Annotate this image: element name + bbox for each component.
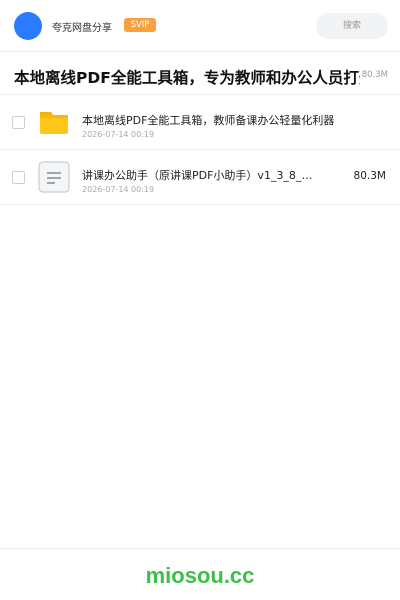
svip-badge[interactable]: SVIP xyxy=(124,18,156,32)
header: 夸克网盘分享 SVIP 搜索 xyxy=(0,0,400,52)
app-name: 夸克网盘分享 xyxy=(52,23,112,34)
select-checkbox[interactable] xyxy=(12,171,25,184)
file-date: 2026-07-14 00:19 xyxy=(82,130,155,139)
file-list-item[interactable]: 本地离线PDF全能工具箱，教师备课办公轻量化利器 2026-07-14 00:1… xyxy=(0,96,400,150)
share-title: 本地离线PDF全能工具箱，专为教师和办公人员打造 xyxy=(14,69,360,87)
footer-brand-logo[interactable]: miosou.cc xyxy=(0,563,400,589)
app-logo-icon[interactable] xyxy=(14,12,42,40)
search-button[interactable]: 搜索 xyxy=(316,13,388,39)
share-title-row: 本地离线PDF全能工具箱，专为教师和办公人员打造 80.3M xyxy=(0,53,400,95)
share-total-size: 80.3M xyxy=(361,70,388,80)
file-list-item[interactable]: 讲课办公助手（原讲课PDF小助手）v1_3_8_免安装版.zip 2026-07… xyxy=(0,151,400,205)
file-name[interactable]: 本地离线PDF全能工具箱，教师备课办公轻量化利器 xyxy=(82,112,382,128)
select-checkbox[interactable] xyxy=(12,116,25,129)
file-date: 2026-07-14 00:19 xyxy=(82,185,155,194)
footer: miosou.cc xyxy=(0,548,400,600)
document-icon xyxy=(38,161,70,193)
folder-icon xyxy=(38,106,70,138)
file-name[interactable]: 讲课办公助手（原讲课PDF小助手）v1_3_8_免安装版.zip xyxy=(82,167,322,183)
file-size: 80.3M xyxy=(353,170,386,182)
